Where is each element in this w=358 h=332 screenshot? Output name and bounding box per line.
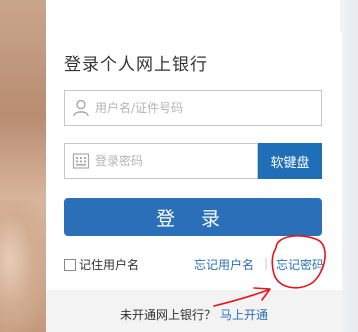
keypad-icon (72, 153, 90, 169)
remember-checkbox[interactable] (64, 258, 76, 271)
login-button[interactable]: 登 录 (64, 198, 322, 236)
open-now-link[interactable]: 马上开通 (220, 306, 268, 323)
password-field-box[interactable] (64, 143, 258, 179)
soft-keyboard-button[interactable]: 软键盘 (258, 143, 322, 179)
username-input[interactable] (95, 91, 245, 125)
user-icon (73, 99, 89, 117)
password-input[interactable] (95, 144, 245, 178)
forgot-username-link[interactable]: 忘记用户名 (194, 256, 254, 273)
remember-label: 记住用户名 (79, 258, 140, 272)
register-footer: 未开通网上银行？ 马上开通 (46, 290, 342, 332)
background-photo (0, 0, 46, 332)
link-separator: | (264, 256, 269, 270)
login-title: 登录个人网上银行 (64, 55, 208, 75)
username-field-box[interactable] (64, 90, 322, 126)
no-account-text: 未开通网上银行？ (120, 308, 217, 322)
remember-username[interactable]: 记住用户名 (64, 256, 139, 273)
background-edge (340, 0, 358, 332)
forgot-password-link[interactable]: 忘记密码 (276, 256, 324, 273)
login-panel: 登录个人网上银行 软键盘 登 录 记住用户名 忘记用户名 | 忘记密码 未开通网… (46, 32, 342, 332)
